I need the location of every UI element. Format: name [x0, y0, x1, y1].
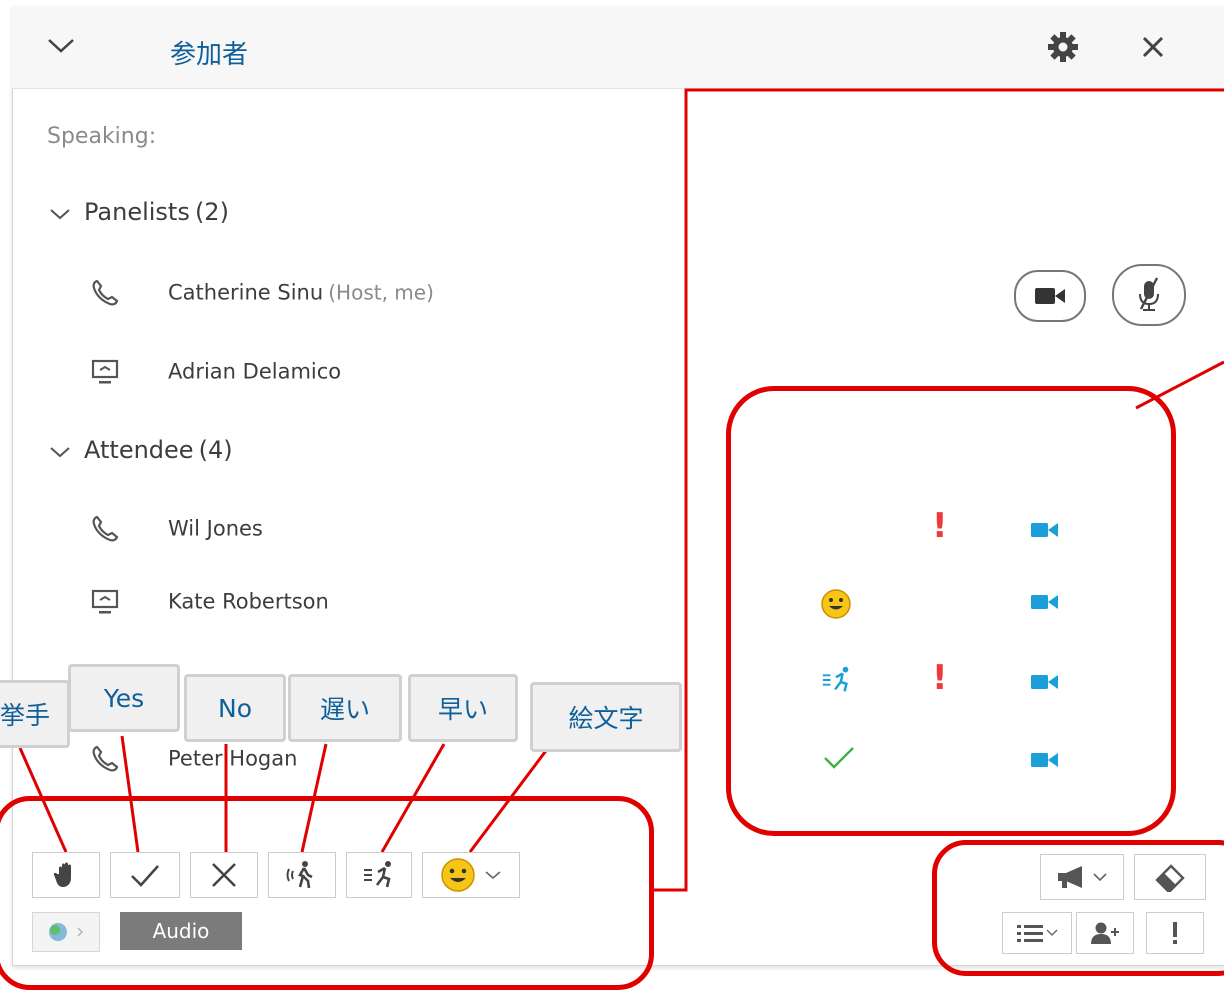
video-camera-icon	[1035, 288, 1065, 304]
feedback-toolbar-highlight	[0, 796, 654, 990]
mute-button[interactable]	[1112, 264, 1186, 326]
raise-hand-callout: 挙手	[0, 680, 70, 748]
emoji-callout: 絵文字	[530, 682, 682, 752]
fast-callout: 早い	[408, 674, 518, 742]
status-icons-highlight	[726, 386, 1176, 836]
no-callout: No	[184, 674, 286, 742]
muted-microphone-icon	[1139, 277, 1159, 311]
yes-callout: Yes	[68, 664, 180, 732]
slow-callout: 遅い	[288, 674, 402, 742]
host-controls-highlight	[932, 840, 1224, 976]
video-button[interactable]	[1014, 270, 1086, 322]
